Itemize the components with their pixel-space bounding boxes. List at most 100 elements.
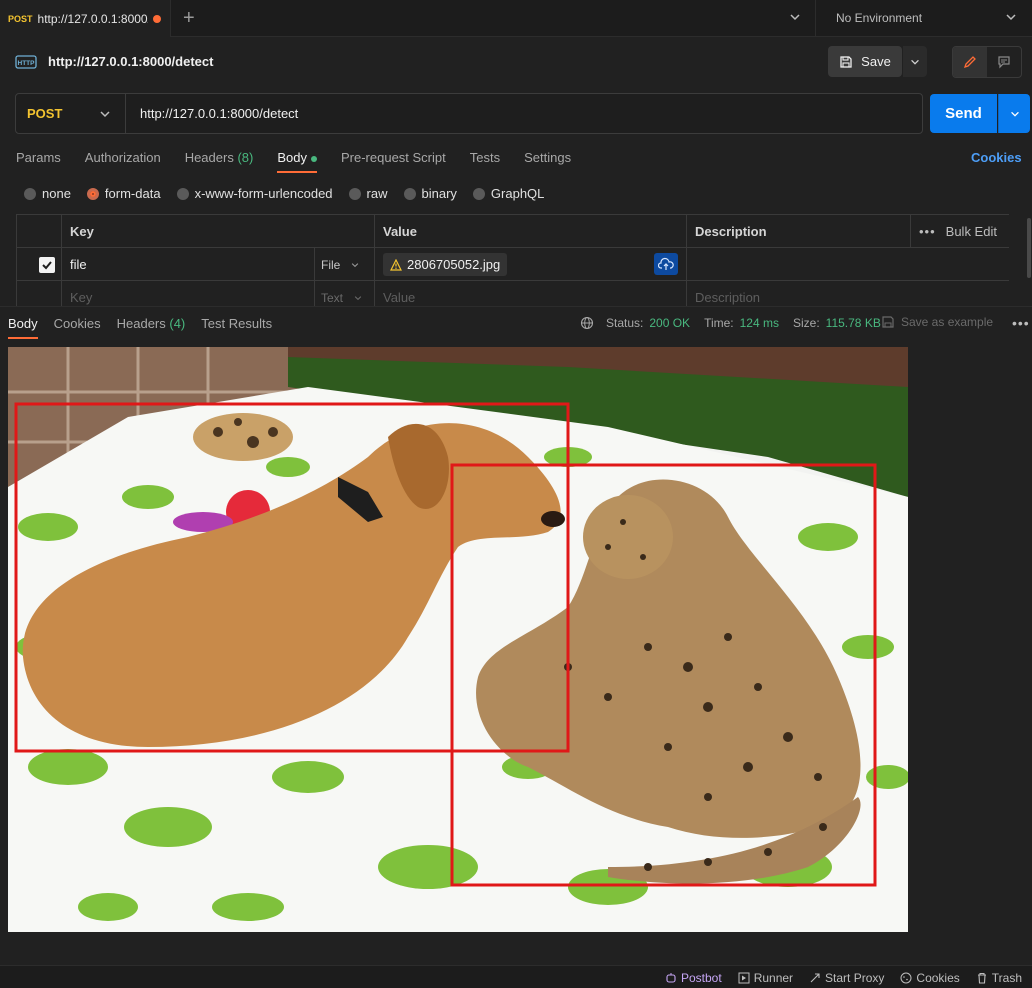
tab-label: Body (8, 316, 38, 331)
status-bar-items: Postbot Runner Start Proxy Cookies Trash (665, 971, 1022, 985)
tab-body[interactable]: Body (277, 150, 317, 174)
bulk-edit-button[interactable]: Bulk Edit (946, 224, 997, 239)
chevron-down-icon (352, 262, 359, 267)
response-bar: Body Cookies Headers (4) Test Results St… (0, 306, 1032, 340)
response-tab-test-results[interactable]: Test Results (201, 316, 272, 340)
send-button[interactable]: Send (930, 94, 997, 133)
radio-binary[interactable]: binary (403, 186, 457, 201)
chevron-down-icon (1010, 111, 1019, 117)
more-options-icon[interactable]: ••• (919, 224, 936, 239)
scrollbar[interactable] (1027, 218, 1031, 278)
radio-graphql[interactable]: GraphQL (472, 186, 544, 201)
tab-params[interactable]: Params (16, 150, 61, 174)
time-label: Time: (704, 316, 734, 330)
svg-text:HTTP: HTTP (18, 60, 36, 67)
globe-icon[interactable] (580, 316, 594, 330)
url-bar: POST http://127.0.0.1:8000/detect (15, 93, 923, 134)
start-proxy-button[interactable]: Start Proxy (809, 971, 884, 985)
description-input-placeholder[interactable]: Description (687, 281, 1009, 306)
tab-tests[interactable]: Tests (470, 150, 500, 174)
chevron-down-icon[interactable] (788, 10, 802, 24)
value-column-header: Value (375, 215, 687, 248)
active-dot-icon (310, 155, 317, 162)
more-options-icon[interactable]: ••• (1012, 315, 1030, 331)
start-proxy-label: Start Proxy (825, 971, 885, 985)
postbot-icon (666, 973, 676, 983)
proxy-icon (810, 973, 820, 983)
method-select[interactable]: POST (16, 94, 126, 133)
radio-raw[interactable]: raw (348, 186, 388, 201)
save-label: Save (861, 54, 891, 69)
tab-headers[interactable]: Headers (8) (185, 150, 254, 174)
cookies-link[interactable]: Cookies (971, 150, 1022, 165)
cookies-label: Cookies (916, 971, 960, 985)
response-tab-body[interactable]: Body (8, 316, 38, 340)
chevron-down-icon[interactable] (1004, 10, 1018, 24)
chevron-down-icon (354, 295, 362, 300)
type-select[interactable]: Text (315, 281, 375, 306)
key-input[interactable]: file (62, 248, 315, 281)
type-label: Text (321, 290, 344, 305)
trash-button[interactable]: Trash (976, 971, 1022, 985)
value-input-placeholder[interactable]: Value (375, 281, 687, 306)
status-bar: Postbot Runner Start Proxy Cookies Trash (0, 965, 1032, 988)
tab-label: Headers (184, 150, 234, 165)
radio-dot (472, 187, 485, 200)
radio-dot (403, 187, 416, 200)
cookies-button[interactable]: Cookies (900, 971, 960, 985)
key-input-placeholder[interactable]: Key (62, 281, 315, 306)
request-tabs: Params Authorization Headers (8) Body Pr… (16, 150, 571, 174)
row-checkbox-cell (17, 281, 62, 306)
body-type-radios: none form-data x-www-form-urlencoded raw… (24, 186, 544, 201)
type-select[interactable]: File (315, 248, 375, 281)
comments-button[interactable] (987, 47, 1021, 77)
environment-selector[interactable]: No Environment (836, 11, 922, 25)
new-tab-plus-icon[interactable]: + (183, 8, 195, 28)
response-tab-headers[interactable]: Headers (4) (117, 316, 186, 340)
pencil-icon (963, 56, 976, 69)
key-column-header: Key (62, 215, 375, 248)
save-as-example-button[interactable]: Save as example (881, 315, 993, 329)
type-dropdown: File (321, 258, 360, 272)
tab-authorization[interactable]: Authorization (85, 150, 161, 174)
status-value[interactable]: 200 OK (649, 316, 690, 330)
radio-label: raw (366, 186, 388, 201)
radio-urlencoded[interactable]: x-www-form-urlencoded (176, 186, 333, 201)
runner-button[interactable]: Runner (738, 971, 793, 985)
postbot-label: Postbot (680, 971, 722, 985)
http-request-icon: HTTP (15, 55, 37, 69)
type-label: File (321, 257, 341, 272)
checkmark-icon (42, 260, 52, 269)
radio-label: none (42, 186, 71, 201)
upload-file-button[interactable] (654, 253, 678, 275)
size-value[interactable]: 115.78 KB (826, 316, 881, 330)
file-chip[interactable]: 2806705052.jpg (383, 253, 508, 276)
checkbox-column-header (17, 215, 62, 248)
tab-count: (4) (169, 316, 186, 331)
time-value[interactable]: 124 ms (740, 316, 779, 330)
tab-label: Pre-request Script (340, 150, 446, 165)
request-tab[interactable]: POST http://127.0.0.1:8000/detect (0, 0, 171, 37)
table-row: file File 2806705052.jpg (17, 248, 1009, 281)
runner-label: Runner (753, 971, 794, 985)
tab-label: Tests (469, 150, 501, 165)
tab-label: Cookies (53, 316, 101, 331)
tab-url: http://127.0.0.1:8000/detect (37, 11, 148, 26)
radio-none[interactable]: none (24, 186, 71, 201)
edit-mode-button[interactable] (953, 47, 987, 77)
postbot-button[interactable]: Postbot (665, 971, 722, 985)
url-input[interactable]: http://127.0.0.1:8000/detect (140, 106, 298, 121)
table-header-row: Key Value Description ••• Bulk Edit (17, 215, 1009, 248)
save-button[interactable]: Save (828, 46, 902, 77)
row-checkbox[interactable] (39, 256, 55, 273)
tab-label: Body (277, 150, 307, 165)
description-input[interactable] (687, 248, 1009, 281)
response-tab-cookies[interactable]: Cookies (54, 316, 101, 340)
tab-settings[interactable]: Settings (524, 150, 571, 174)
mode-toggle (952, 46, 1022, 78)
save-options-button[interactable] (903, 46, 927, 77)
tab-pre-request-script[interactable]: Pre-request Script (341, 150, 446, 174)
radio-form-data[interactable]: form-data (86, 186, 161, 201)
request-title[interactable]: http://127.0.0.1:8000/detect (48, 54, 213, 69)
send-options-button[interactable] (998, 94, 1030, 133)
